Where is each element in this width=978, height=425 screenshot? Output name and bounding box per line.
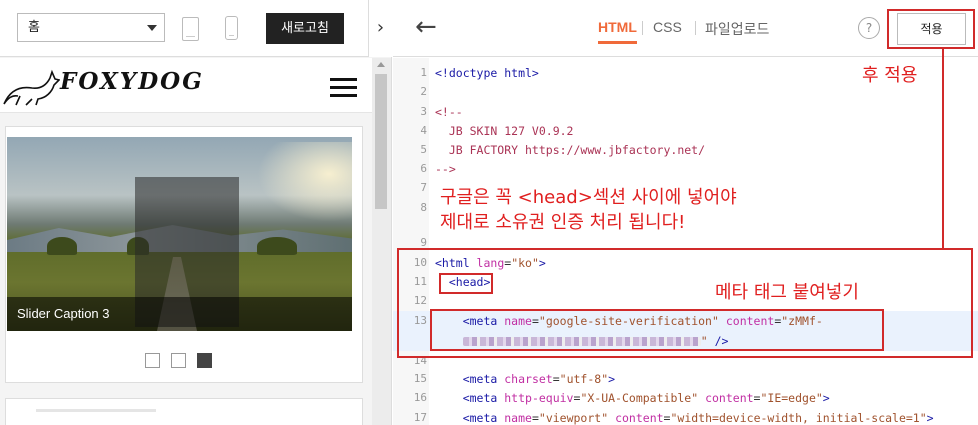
line-number: 8 [420,201,427,214]
line-number: 16 [413,391,427,404]
collapse-panel-button[interactable]: › [368,0,392,57]
scrollbar-thumb[interactable] [375,74,387,209]
slider-dot[interactable] [171,353,186,368]
blog-logo-text[interactable]: FOXYDOG [60,68,204,95]
head-annotation-line2: 제대로 소유권 인증 처리 됩니다! [440,212,686,233]
slider-card: Slider Caption 3 [5,126,363,383]
slider-dot[interactable] [197,353,212,368]
line-number: 7 [420,181,427,194]
back-arrow-icon[interactable]: ← [415,12,437,42]
tablet-view-icon[interactable] [182,17,199,41]
meta-tag-annotation-box [430,309,884,351]
scroll-up-icon[interactable] [377,62,385,67]
code-text: --> [435,162,456,176]
tab-css[interactable]: CSS [653,19,682,35]
page-select[interactable]: 홈 [17,13,165,42]
code-text: JB FACTORY https://www.jbfactory.net/ [435,143,706,157]
code-line[interactable]: 15 <meta charset="utf-8"> [393,369,978,389]
line-number: 1 [420,66,427,79]
chevron-down-icon [147,25,157,31]
line-number: 6 [420,162,427,175]
tab-html[interactable]: HTML [598,19,637,44]
code-line[interactable]: 4 JB SKIN 127 V0.9.2 [393,121,978,141]
code-text: <meta charset="utf-8"> [435,372,616,386]
preview-panel: 홈 새로고침 › FOXYDOG Slider Caption 3 [0,0,392,425]
apply-annotation-box [887,9,975,49]
line-number: 17 [413,411,427,424]
page-select-value: 홈 [28,20,40,35]
annotation-connector [942,49,944,249]
code-line[interactable]: 6 --> [393,159,978,179]
code-line[interactable]: 16 <meta http-equiv="X-UA-Compatible" co… [393,388,978,408]
code-text: <meta http-equiv="X-UA-Compatible" conte… [435,391,830,405]
fox-logo-icon [3,69,60,106]
tab-divider [695,21,696,35]
refresh-button[interactable]: 새로고침 [266,13,344,44]
meta-annotation-text: 메타 태그 붙여넣기 [715,282,859,303]
preview-scrollbar[interactable] [372,58,391,425]
skin-editor-screen: 홈 새로고침 › FOXYDOG Slider Caption 3 ← HTML… [0,0,978,425]
mobile-view-icon[interactable] [225,16,238,40]
next-post-card [5,398,363,425]
tab-file-upload[interactable]: 파일업로드 [705,19,769,39]
head-annotation-line1: 구글은 꼭 <head>섹션 사이에 넣어야 [440,187,737,208]
code-text: <meta name="viewport" content="width=dev… [435,411,934,425]
line-number: 5 [420,143,427,156]
line-number: 2 [420,85,427,98]
head-tag-annotation-box [439,273,493,294]
line-number: 4 [420,124,427,137]
code-text: JB SKIN 127 V0.9.2 [435,124,574,138]
slider-image[interactable]: Slider Caption 3 [7,137,352,331]
slider-caption: Slider Caption 3 [7,297,352,331]
blog-header: FOXYDOG [0,58,372,113]
tab-divider [642,21,643,35]
slider-dot[interactable] [145,353,160,368]
preview-toolbar: 홈 새로고침 › [0,0,392,57]
code-area[interactable]: 1 <!doctype html> 2 3 <!-- 4 JB SKIN 127 V0.9… [393,58,978,425]
apply-annotation-text: 후 적용 [862,65,918,86]
code-text: <!-- [435,105,463,119]
menu-icon[interactable] [330,78,357,98]
help-icon[interactable]: ? [858,17,880,39]
code-text: <!doctype html> [435,66,539,80]
blog-preview: FOXYDOG Slider Caption 3 [0,58,372,425]
line-number: 3 [420,105,427,118]
line-number: 15 [413,372,427,385]
code-line[interactable]: 3 <!-- [393,102,978,122]
code-line[interactable]: 17 <meta name="viewport" content="width=… [393,408,978,425]
code-line[interactable]: 5 JB FACTORY https://www.jbfactory.net/ [393,140,978,160]
